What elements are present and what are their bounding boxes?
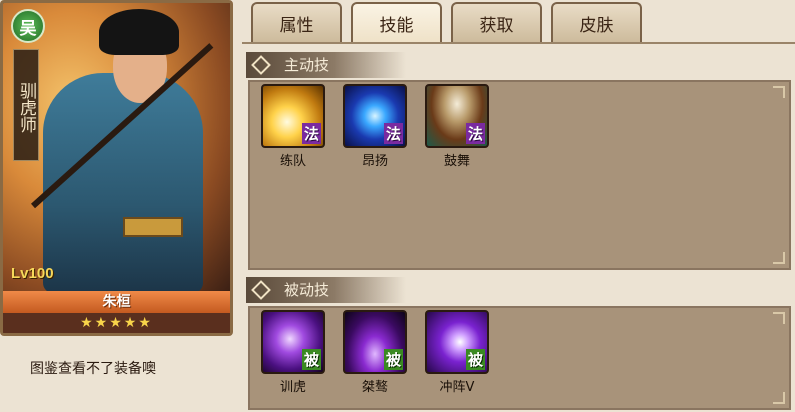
hero-level: Lv100 [11,265,54,282]
skill-name: 冲阵Ⅴ [439,380,475,395]
hero-card: 吴 驯虎师 Lv100 朱桓 ★★★★★ [0,0,233,336]
skill-slot[interactable]: 法 鼓舞 [424,84,490,169]
skill-slot[interactable]: 被 桀骜 [342,310,408,395]
hero-name: 朱桓 [3,291,230,313]
active-skills-panel: 法 练队 法 昂扬 法 鼓舞 [248,80,791,270]
tab-skills[interactable]: 技能 [351,2,442,42]
skill-type-badge: 被 [383,349,403,370]
skill-slot[interactable]: 被 训虎 [260,310,326,395]
skill-name: 训虎 [279,380,306,395]
skill-name: 练队 [279,154,306,169]
burst-light-icon[interactable]: 法 [261,84,325,148]
tab-attributes[interactable]: 属性 [251,2,342,42]
passive-skills-header: 被动技 [246,277,406,303]
purple-charge-icon[interactable]: 被 [425,310,489,374]
tab-skins[interactable]: 皮肤 [551,2,642,42]
faction-badge: 吴 [11,9,45,43]
war-drum-icon[interactable]: 法 [425,84,489,148]
skill-type-badge: 被 [465,349,485,370]
blue-sigil-icon[interactable]: 法 [343,84,407,148]
purple-beast-icon[interactable]: 被 [261,310,325,374]
skill-type-badge: 被 [301,349,321,370]
skill-name: 鼓舞 [443,154,470,169]
passive-skills-panel: 被 训虎 被 桀骜 被 冲阵Ⅴ [248,306,791,410]
diamond-icon [251,55,271,75]
star-rating: ★★★★★ [3,313,230,333]
active-skills-header: 主动技 [246,52,406,78]
skill-type-badge: 法 [383,123,403,144]
active-skills-title: 主动技 [284,56,330,74]
purple-flame-icon[interactable]: 被 [343,310,407,374]
tab-acquire[interactable]: 获取 [451,2,542,42]
skill-name: 桀骜 [361,380,388,395]
hero-title: 驯虎师 [13,49,39,161]
skill-slot[interactable]: 法 练队 [260,84,326,169]
diamond-icon [251,280,271,300]
equipment-note: 图鉴查看不了装备噢 [30,361,156,377]
skill-slot[interactable]: 法 昂扬 [342,84,408,169]
skill-type-badge: 法 [465,123,485,144]
tab-divider [242,42,795,44]
passive-skills-title: 被动技 [284,281,330,299]
skill-slot[interactable]: 被 冲阵Ⅴ [424,310,490,395]
skill-type-badge: 法 [301,123,321,144]
skill-name: 昂扬 [361,154,388,169]
